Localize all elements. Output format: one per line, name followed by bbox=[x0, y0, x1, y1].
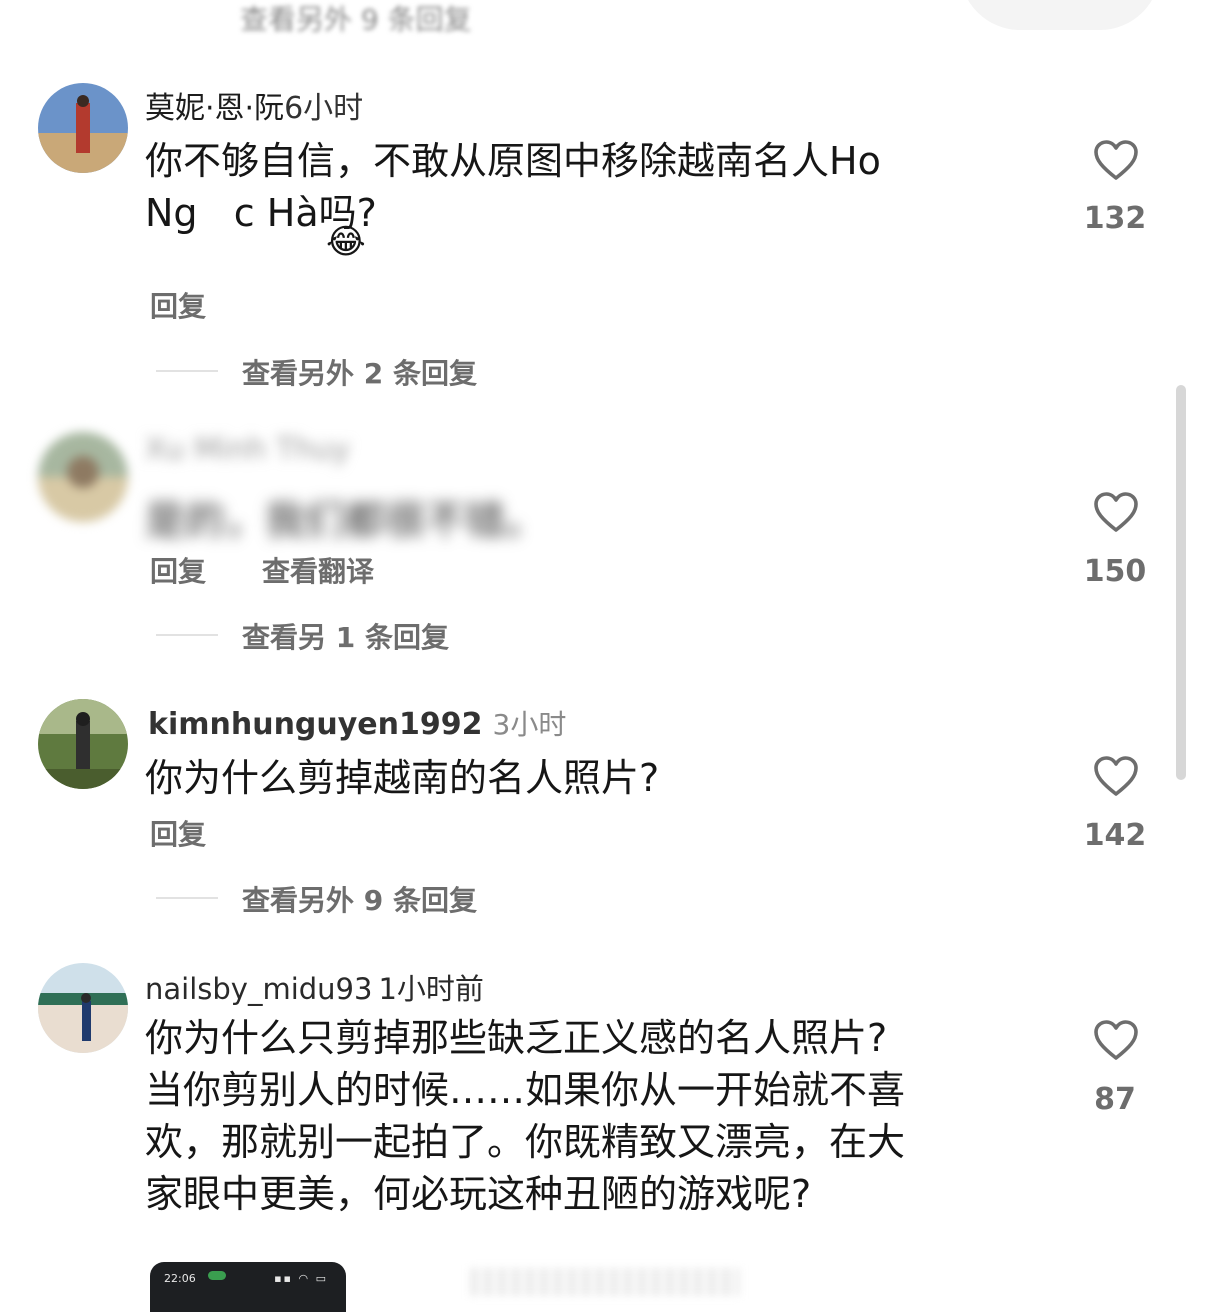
avatar[interactable] bbox=[38, 699, 128, 789]
like-count: 142 bbox=[1083, 818, 1147, 853]
comment-line: Ng c Hà吗? bbox=[145, 191, 377, 235]
call-indicator bbox=[208, 1271, 226, 1280]
comment-time: 6小时 bbox=[284, 91, 364, 126]
like-count: 150 bbox=[1083, 554, 1147, 589]
heart-outline-icon[interactable] bbox=[1092, 754, 1140, 798]
view-more-replies[interactable]: 查看另外 9 条回复 bbox=[242, 879, 477, 919]
like-count: 87 bbox=[1094, 1082, 1136, 1117]
comment-time: 3小时 bbox=[492, 708, 567, 741]
floating-action-shadow bbox=[960, 0, 1160, 30]
username[interactable]: kimnhunguyen1992 bbox=[148, 707, 483, 742]
comment-line: 欢，那就别一起拍了。你既精致又漂亮，在大 bbox=[145, 1120, 906, 1164]
comment-text: 你为什么剪掉越南的名人照片? bbox=[145, 752, 659, 804]
laughing-emoji: 😂 bbox=[326, 222, 366, 262]
username[interactable]: Xu Minh Thuy bbox=[145, 432, 350, 467]
attached-image-thumbnail[interactable]: 22:06 ▪▪ ◠ ▭ bbox=[150, 1262, 346, 1312]
comment-line: 你不够自信，不敢从原图中移除越南名人Ho bbox=[145, 139, 881, 183]
view-more-replies[interactable]: 查看另外 2 条回复 bbox=[242, 352, 477, 392]
heart-outline-icon[interactable] bbox=[1092, 138, 1140, 182]
comment-text: 是的，我们都很不错。 bbox=[145, 498, 545, 544]
username[interactable]: nailsby_midu93 bbox=[145, 972, 372, 1006]
divider bbox=[156, 370, 218, 372]
view-translation-button[interactable]: 查看翻译 bbox=[262, 550, 374, 590]
comment-text: 你不够自信，不敢从原图中移除越南名人Ho Ng c Hà吗? bbox=[145, 135, 881, 239]
commenter-name[interactable]: nailsby_midu93 1小时前 bbox=[145, 966, 484, 1008]
comment-line: 你为什么剪掉越南的名人照片? bbox=[145, 756, 660, 800]
scrollbar[interactable] bbox=[1176, 385, 1186, 780]
divider bbox=[156, 897, 218, 899]
reply-button[interactable]: 回复 bbox=[150, 285, 206, 325]
avatar[interactable] bbox=[38, 963, 128, 1053]
comment-line: 家眼中更美，何必玩这种丑陋的游戏呢? bbox=[145, 1172, 812, 1216]
commenter-name[interactable]: 莫妮·恩·阮6小时 bbox=[145, 83, 363, 127]
commenter-name[interactable]: kimnhunguyen1992 3小时 bbox=[148, 703, 566, 743]
status-icons: ▪▪ ◠ ▭ bbox=[274, 1272, 328, 1285]
reply-button[interactable]: 回复 bbox=[150, 813, 206, 853]
comment-line: 当你剪别人的时候……如果你从一开始就不喜 bbox=[145, 1068, 906, 1112]
heart-outline-icon[interactable] bbox=[1092, 490, 1140, 534]
blurred-caption bbox=[470, 1268, 740, 1296]
status-clock: 22:06 bbox=[164, 1272, 196, 1285]
view-more-replies-top[interactable]: 查看另外 9 条回复 bbox=[240, 0, 472, 38]
like-count: 132 bbox=[1083, 201, 1147, 236]
divider bbox=[156, 634, 218, 636]
avatar[interactable] bbox=[38, 83, 128, 173]
heart-outline-icon[interactable] bbox=[1092, 1018, 1140, 1062]
comment-line: 你为什么只剪掉那些缺乏正义感的名人照片? bbox=[145, 1016, 888, 1060]
view-more-replies[interactable]: 查看另 1 条回复 bbox=[242, 616, 449, 656]
comment-time: 1小时前 bbox=[378, 972, 484, 1006]
avatar[interactable] bbox=[38, 432, 128, 522]
username[interactable]: 莫妮·恩·阮 bbox=[145, 91, 284, 126]
comment-text: 你为什么只剪掉那些缺乏正义感的名人照片? 当你剪别人的时候……如果你从一开始就不… bbox=[145, 1012, 905, 1220]
reply-button[interactable]: 回复 bbox=[150, 550, 206, 590]
